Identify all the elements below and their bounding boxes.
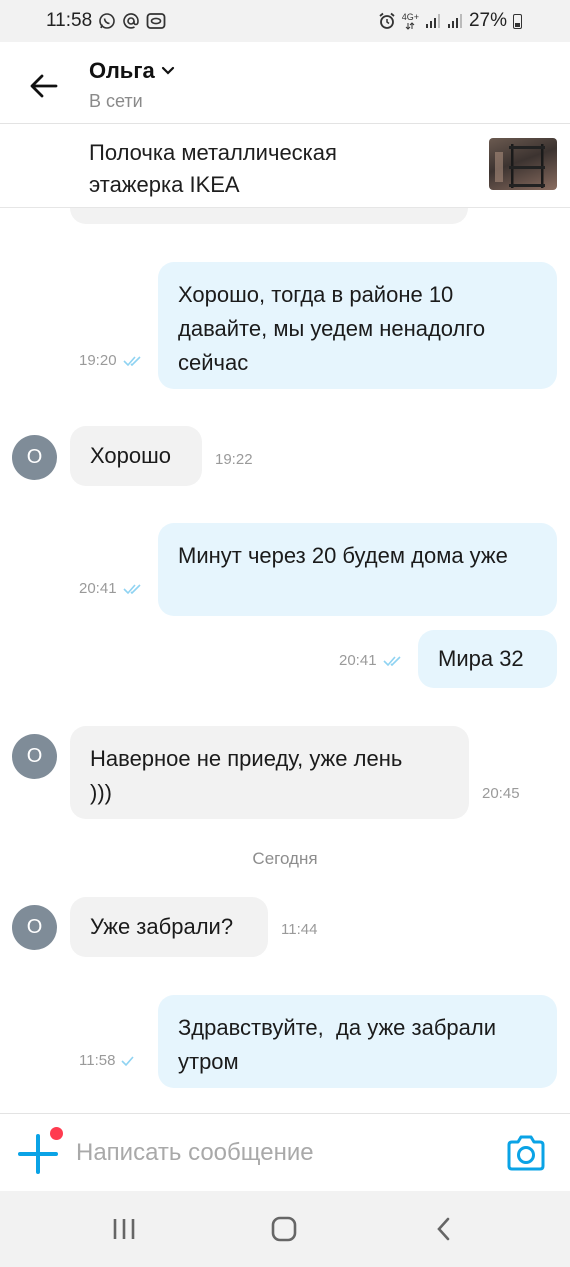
recent-apps-icon bbox=[113, 1219, 135, 1239]
signal-bars-icon bbox=[447, 13, 463, 29]
time-label: 20:45 bbox=[482, 785, 520, 802]
double-check-icon bbox=[122, 583, 141, 594]
arrow-left-icon bbox=[30, 74, 58, 98]
message-text: Минут через 20 будем дома уже bbox=[178, 543, 508, 568]
message-list[interactable]: Хорошо, тогда в районе 10 давайте, мы уе… bbox=[0, 208, 570, 1113]
time-label: 11:44 bbox=[281, 921, 318, 938]
system-nav-bar bbox=[0, 1191, 570, 1267]
message-bubble-incoming[interactable]: Хорошо bbox=[70, 426, 202, 486]
message-time: 20:45 bbox=[482, 785, 520, 802]
double-check-icon bbox=[382, 655, 401, 666]
message-input[interactable] bbox=[76, 1134, 476, 1172]
battery-icon bbox=[513, 13, 522, 29]
message-composer bbox=[0, 1113, 570, 1191]
notification-dot bbox=[50, 1127, 63, 1140]
message-text: Хорошо, тогда в районе 10 давайте, мы уе… bbox=[178, 282, 486, 375]
message-time: 20:41 bbox=[339, 652, 403, 669]
message-time: 20:41 bbox=[79, 580, 143, 597]
message-bubble-incoming bbox=[70, 208, 468, 224]
avatar[interactable]: О bbox=[12, 435, 57, 480]
message-text: Здравствуйте, да уже забрали утром bbox=[178, 1015, 503, 1074]
time-label: 19:22 bbox=[215, 451, 253, 468]
avatar[interactable]: О bbox=[12, 734, 57, 779]
message-bubble-incoming[interactable]: Наверное не приеду, уже лень ))) bbox=[70, 726, 469, 819]
signal-bars-icon bbox=[425, 13, 441, 29]
chevron-down-icon bbox=[161, 66, 174, 75]
contact-status: В сети bbox=[89, 91, 143, 111]
single-check-icon bbox=[121, 1055, 135, 1066]
contact-name: Ольга bbox=[89, 58, 155, 83]
double-check-icon bbox=[122, 355, 141, 366]
home-icon bbox=[271, 1216, 297, 1242]
listing-title: Полочка металлическая этажерка IKEA bbox=[89, 140, 337, 197]
at-sign-icon bbox=[122, 12, 140, 30]
product-thumbnail[interactable] bbox=[489, 138, 557, 190]
status-right: 4G+ 27% bbox=[378, 10, 522, 32]
chat-header: Ольга В сети bbox=[0, 42, 570, 124]
message-text: Хорошо bbox=[90, 443, 172, 468]
message-time: 19:20 bbox=[79, 352, 143, 369]
time-label: 20:41 bbox=[79, 580, 117, 597]
message-bubble-outgoing[interactable]: Минут через 20 будем дома уже bbox=[158, 523, 557, 616]
date-divider: Сегодня bbox=[252, 849, 318, 868]
message-bubble-outgoing[interactable]: Хорошо, тогда в районе 10 давайте, мы уе… bbox=[158, 262, 557, 389]
back-icon bbox=[437, 1217, 450, 1241]
time-label: 20:41 bbox=[339, 652, 377, 669]
network-label: 4G+ bbox=[401, 11, 419, 22]
message-bubble-outgoing[interactable]: Здравствуйте, да уже забрали утром bbox=[158, 995, 557, 1088]
alarm-icon bbox=[378, 12, 396, 30]
system-back-button[interactable] bbox=[424, 1211, 464, 1247]
avatar-initial: О bbox=[26, 916, 43, 938]
recent-apps-button[interactable] bbox=[104, 1211, 144, 1247]
4g-signal-icon: 4G+ bbox=[401, 11, 419, 30]
avatar-initial: О bbox=[26, 745, 43, 767]
time-label: 19:20 bbox=[79, 352, 117, 369]
status-bar: 11:58 4G+ 27% bbox=[0, 0, 570, 42]
time-label: 11:58 bbox=[79, 1052, 116, 1069]
message-time: 19:22 bbox=[215, 451, 253, 468]
message-time: 11:44 bbox=[281, 921, 317, 938]
camera-button[interactable] bbox=[505, 1133, 547, 1173]
message-box-icon bbox=[146, 12, 166, 30]
back-button[interactable] bbox=[24, 66, 64, 106]
message-bubble-incoming[interactable]: Уже забрали? bbox=[70, 897, 268, 957]
status-left: 11:58 bbox=[46, 10, 166, 32]
message-bubble-outgoing[interactable]: Мира 32 bbox=[418, 630, 557, 688]
status-time: 11:58 bbox=[46, 10, 93, 31]
message-text: Уже забрали? bbox=[90, 914, 234, 939]
listing-banner[interactable]: Полочка металлическая этажерка IKEA bbox=[0, 124, 570, 208]
whatsapp-icon bbox=[98, 12, 116, 30]
home-button[interactable] bbox=[264, 1211, 304, 1247]
avatar-initial: О bbox=[26, 446, 43, 468]
avatar[interactable]: О bbox=[12, 905, 57, 950]
contact-name-button[interactable]: Ольга bbox=[89, 58, 175, 84]
message-text: Мира 32 bbox=[438, 646, 524, 671]
shelf-image-icon bbox=[495, 144, 545, 188]
message-text: Наверное не приеду, уже лень ))) bbox=[90, 746, 403, 805]
camera-icon bbox=[507, 1135, 545, 1171]
message-time: 11:58 bbox=[79, 1052, 135, 1069]
battery-percent: 27% bbox=[468, 10, 507, 31]
